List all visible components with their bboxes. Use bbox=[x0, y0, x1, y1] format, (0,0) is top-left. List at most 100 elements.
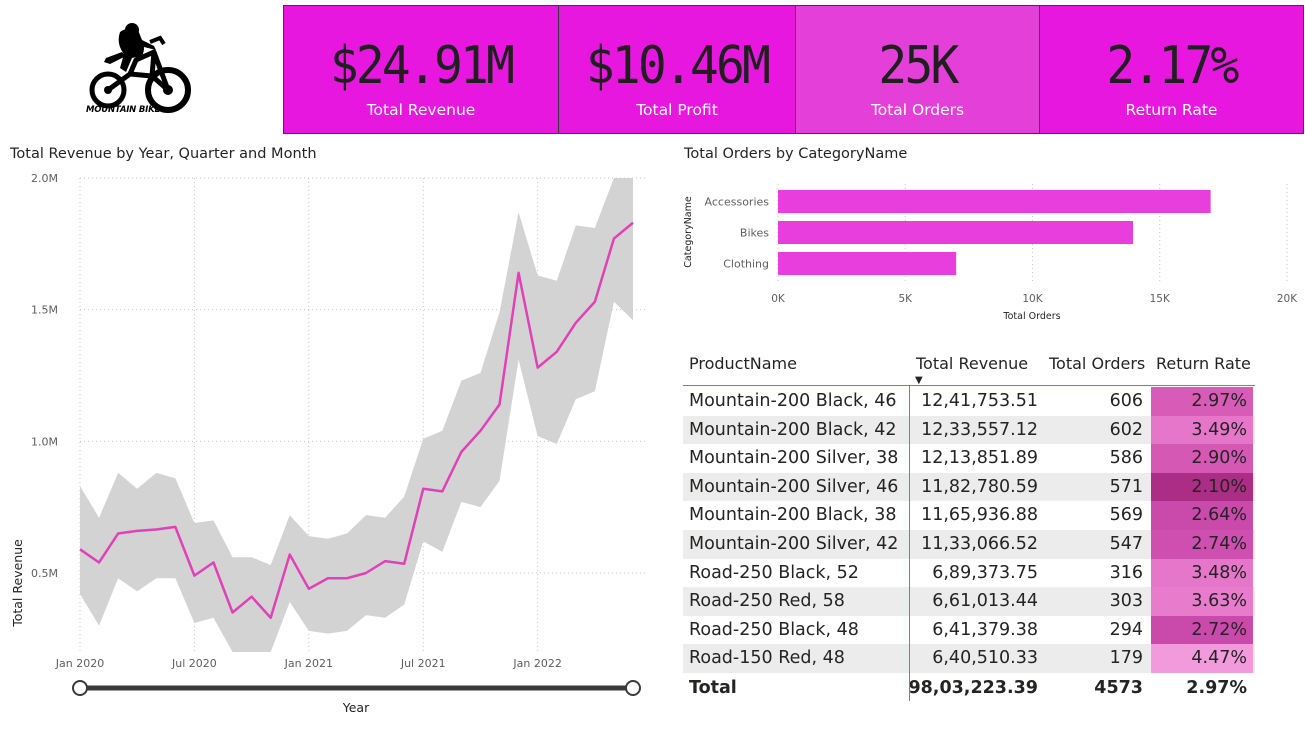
line-chart-title: Total Revenue by Year, Quarter and Month bbox=[10, 146, 317, 162]
y-tick-label: 0.5M bbox=[31, 567, 58, 580]
cell-total-revenue: 6,89,373.75 bbox=[932, 562, 1038, 583]
cell-return-rate: 2.90% bbox=[1151, 444, 1253, 473]
cell-return-rate: 3.49% bbox=[1151, 415, 1253, 445]
x-tick-label: Jan 2020 bbox=[55, 657, 104, 670]
cell-total-orders: 547 bbox=[1109, 533, 1143, 554]
table-header: ProductName Total Revenue Total Orders R… bbox=[683, 350, 1255, 386]
cell-product-name: Mountain-200 Black, 38 bbox=[689, 505, 897, 526]
x-tick-label: 0K bbox=[771, 293, 786, 305]
cell-total-revenue: 12,41,753.51 bbox=[921, 391, 1038, 411]
column-divider bbox=[909, 386, 910, 701]
x-axis-title: Total Orders bbox=[1002, 311, 1060, 322]
cell-product-name: Mountain-200 Silver, 42 bbox=[689, 533, 899, 554]
cell-total-orders: 571 bbox=[1109, 476, 1143, 497]
table-row[interactable]: Mountain-200 Black, 38 11,65,936.88 569 2.6… bbox=[683, 501, 1255, 530]
range-slider-start-handle[interactable] bbox=[72, 680, 88, 696]
x-tick-label: 5K bbox=[898, 293, 913, 305]
cell-total-orders: 303 bbox=[1109, 591, 1143, 612]
x-tick-label: 15K bbox=[1150, 293, 1171, 305]
orders-bar-chart[interactable]: 0K 5K 10K 15K 20K Accessories Bikes Clothing Ca… bbox=[680, 180, 1305, 330]
col-header-revenue[interactable]: Total Revenue bbox=[916, 354, 1028, 373]
logo-text: MOUNTAIN BIKE bbox=[86, 105, 161, 115]
col-header-product[interactable]: ProductName bbox=[689, 354, 797, 373]
cell-return-rate: 3.48% bbox=[1151, 558, 1253, 588]
y-axis-title: CategoryName bbox=[683, 196, 694, 268]
cell-total-revenue: 6,41,379.38 bbox=[932, 619, 1038, 640]
x-tick-label: Jul 2021 bbox=[400, 657, 446, 670]
table-row[interactable]: Mountain-200 Black, 42 12,33,557.12 602 3.4… bbox=[683, 415, 1255, 445]
y-axis-title: Total Revenue bbox=[10, 539, 25, 628]
kpi-label: Return Rate bbox=[1125, 101, 1218, 119]
x-tick-label: 20K bbox=[1277, 293, 1298, 305]
cell-return-rate: 2.74% bbox=[1151, 529, 1253, 559]
cell-total-orders: 586 bbox=[1109, 448, 1143, 469]
cell-product-name: Road-250 Black, 52 bbox=[689, 562, 859, 583]
cell-product-name: Mountain-200 Black, 42 bbox=[689, 419, 897, 440]
y-tick-label: 1.0M bbox=[31, 435, 58, 448]
table-row[interactable]: Mountain-200 Silver, 42 11,33,066.52 547 2.… bbox=[683, 529, 1255, 559]
sort-descending-icon[interactable]: ▼ bbox=[915, 375, 923, 386]
kpi-value: 2.17% bbox=[1106, 36, 1239, 96]
cell-return-rate: 4.47% bbox=[1151, 644, 1253, 673]
forecast-band bbox=[80, 178, 633, 652]
cell-total-revenue: 11,65,936.88 bbox=[921, 505, 1038, 526]
cell-total-revenue: 11,33,066.52 bbox=[921, 533, 1038, 554]
cell-return-rate: 2.97% bbox=[1151, 387, 1253, 416]
cell-total-revenue: 12,33,557.12 bbox=[921, 419, 1038, 440]
table-body: Mountain-200 Black, 46 12,41,753.51 606 2.9… bbox=[683, 386, 1255, 673]
kpi-value: $10.46M bbox=[585, 36, 771, 96]
x-tick-label: Jul 2020 bbox=[171, 657, 217, 670]
revenue-line-chart[interactable]: 0.5M 1.0M 1.5M 2.0M Jan 2020 Jul 2020 Jan 2021… bbox=[0, 165, 660, 725]
cell-total-orders: 294 bbox=[1109, 619, 1143, 640]
kpi-card-return-rate[interactable]: 2.17% Return Rate bbox=[1039, 5, 1304, 134]
range-slider-end-handle[interactable] bbox=[625, 680, 641, 696]
kpi-card-total-revenue[interactable]: $24.91M Total Revenue bbox=[283, 5, 559, 134]
category-label: Bikes bbox=[740, 227, 769, 240]
cell-return-rate: 2.64% bbox=[1151, 501, 1253, 530]
kpi-card-total-profit[interactable]: $10.46M Total Profit bbox=[558, 5, 796, 134]
col-header-return-rate[interactable]: Return Rate bbox=[1156, 354, 1251, 373]
bar-accessories[interactable] bbox=[778, 190, 1211, 213]
table-row[interactable]: Road-250 Black, 48 6,41,379.38 294 2.72% bbox=[683, 615, 1255, 645]
x-tick-label: Jan 2022 bbox=[512, 657, 561, 670]
bar-bikes[interactable] bbox=[778, 221, 1134, 244]
x-tick-label: 10K bbox=[1022, 293, 1043, 305]
kpi-value: 25K bbox=[878, 36, 959, 96]
kpi-label: Total Revenue bbox=[366, 101, 476, 119]
x-tick-label: Jan 2021 bbox=[284, 657, 333, 670]
table-row[interactable]: Mountain-200 Silver, 38 12,13,851.89 586 2.… bbox=[683, 444, 1255, 473]
chart-bars[interactable] bbox=[778, 190, 1211, 275]
table-total-row: Total 98,03,223.39 4573 2.97% bbox=[683, 673, 1255, 703]
cell-total-orders: 569 bbox=[1109, 505, 1143, 526]
cell-total-revenue: 11,82,780.59 bbox=[921, 476, 1038, 497]
table-row[interactable]: Road-250 Red, 58 6,61,013.44 303 3.63% bbox=[683, 587, 1255, 616]
cell-total-revenue: 6,61,013.44 bbox=[932, 591, 1038, 612]
bar-chart-title: Total Orders by CategoryName bbox=[684, 146, 908, 162]
cell-product-name: Mountain-200 Silver, 46 bbox=[689, 476, 899, 497]
x-axis-title: Year bbox=[342, 700, 370, 715]
total-revenue: 98,03,223.39 bbox=[908, 677, 1038, 698]
cell-total-orders: 179 bbox=[1109, 648, 1143, 669]
cell-return-rate: 2.10% bbox=[1151, 472, 1253, 502]
kpi-card-total-orders[interactable]: 25K Total Orders bbox=[795, 5, 1040, 134]
table-row[interactable]: Mountain-200 Silver, 46 11,82,780.59 571 2.… bbox=[683, 472, 1255, 502]
cell-total-revenue: 12,13,851.89 bbox=[921, 448, 1038, 469]
category-label: Clothing bbox=[723, 258, 769, 271]
product-table[interactable]: ProductName Total Revenue Total Orders R… bbox=[683, 350, 1255, 703]
cell-product-name: Road-150 Red, 48 bbox=[689, 648, 845, 669]
cell-product-name: Mountain-200 Black, 46 bbox=[689, 391, 897, 411]
bar-clothing[interactable] bbox=[778, 252, 957, 275]
table-row[interactable]: Road-250 Black, 52 6,89,373.75 316 3.48% bbox=[683, 558, 1255, 588]
cell-product-name: Mountain-200 Silver, 38 bbox=[689, 448, 899, 469]
mountain-bike-logo: MOUNTAIN BIKE bbox=[80, 22, 200, 122]
total-return-rate: 2.97% bbox=[1186, 677, 1247, 698]
cell-total-revenue: 6,40,510.33 bbox=[932, 648, 1038, 669]
category-label: Accessories bbox=[705, 196, 770, 209]
col-header-orders[interactable]: Total Orders bbox=[1049, 354, 1145, 373]
total-label: Total bbox=[689, 677, 737, 698]
cell-product-name: Road-250 Red, 58 bbox=[689, 591, 845, 612]
table-row[interactable]: Road-150 Red, 48 6,40,510.33 179 4.47% bbox=[683, 644, 1255, 673]
total-orders: 4573 bbox=[1094, 677, 1143, 698]
y-tick-label: 2.0M bbox=[31, 172, 58, 185]
table-row[interactable]: Mountain-200 Black, 46 12,41,753.51 606 2.9… bbox=[683, 387, 1255, 416]
